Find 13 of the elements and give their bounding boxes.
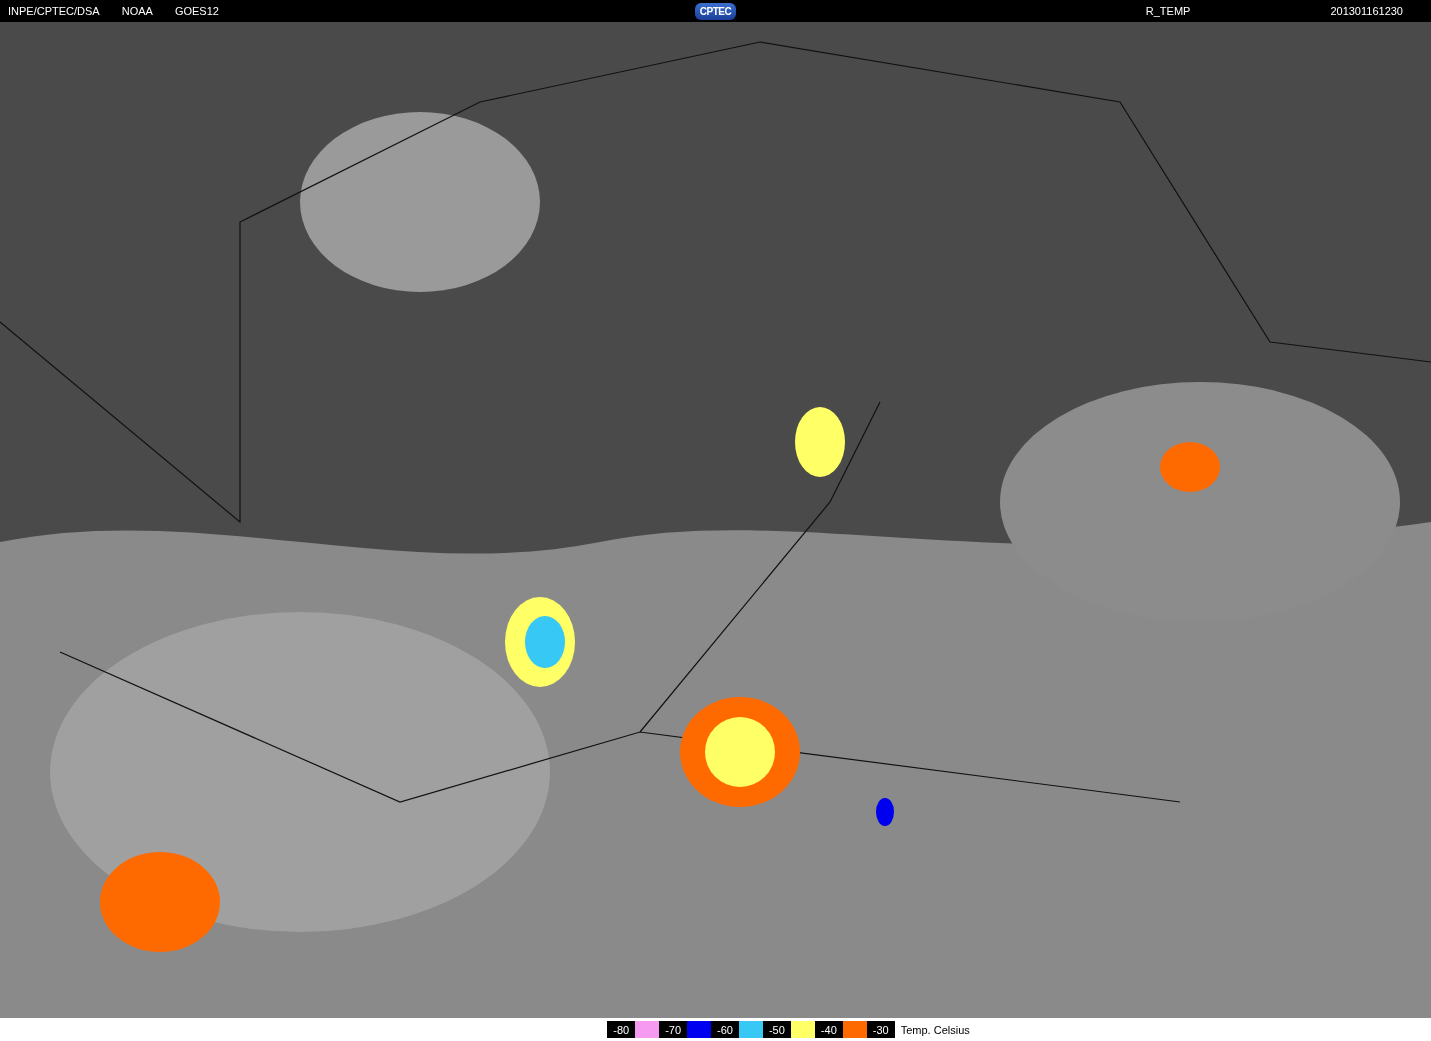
legend-unit: Temp. Celsius <box>899 1022 970 1038</box>
legend-label: -70 <box>659 1021 688 1038</box>
logo: CPTEC <box>694 2 737 20</box>
header-label: INPE/CPTEC/DSA <box>8 5 100 17</box>
header-label: NOAA <box>121 5 153 17</box>
legend-label: -50 <box>762 1021 791 1038</box>
legend-label: -80 <box>607 1021 636 1038</box>
timestamp: 201301161230 <box>1330 5 1403 17</box>
header-label: GOES12 <box>174 5 219 17</box>
legend-label: -40 <box>814 1021 843 1038</box>
legend-label: -30 <box>866 1021 895 1038</box>
legend-label: -60 <box>711 1021 739 1038</box>
product-label: R_TEMP <box>1145 5 1191 17</box>
